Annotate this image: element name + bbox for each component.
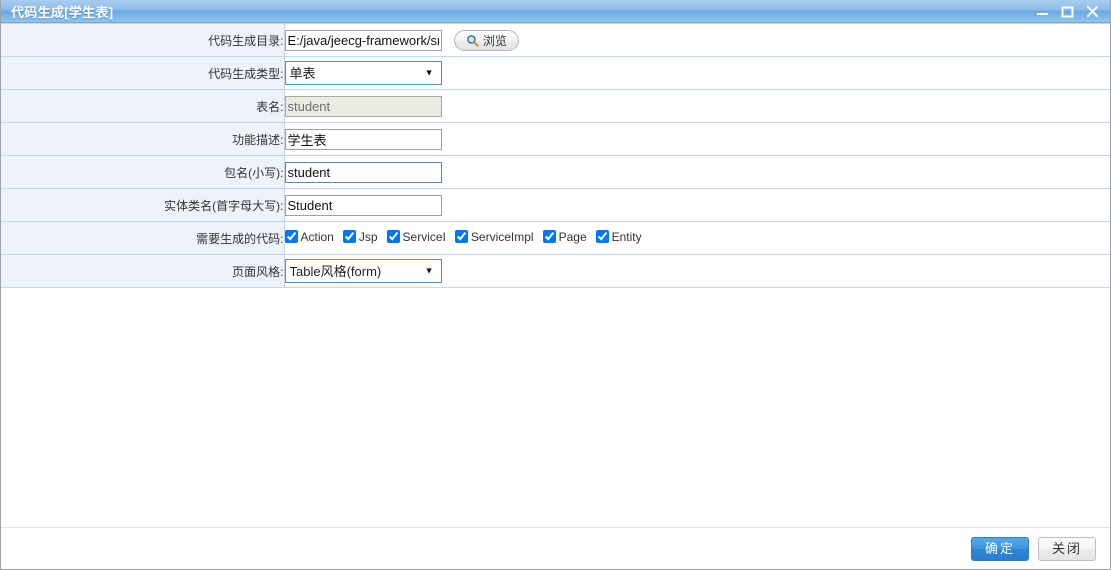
label-description: 功能描述: (1, 122, 285, 156)
artifact-jsp[interactable]: Jsp (342, 230, 378, 244)
gen-type-select[interactable]: 单表 (284, 61, 442, 85)
value-description (284, 122, 1110, 156)
output-dir-input[interactable] (284, 29, 442, 51)
code-generator-form: 代码生成目录: 浏览 (1, 23, 1110, 288)
artifact-servicei-checkbox[interactable] (386, 230, 400, 244)
form-row-gen-type: 代码生成类型: 单表 ▼ (1, 56, 1110, 90)
dialog-title: 代码生成[学生表] (11, 4, 114, 20)
artifact-entity-checkbox[interactable] (595, 230, 609, 244)
description-input[interactable] (284, 128, 442, 150)
value-gen-type: 单表 ▼ (284, 56, 1110, 90)
form-row-description: 功能描述: (1, 122, 1110, 156)
form-row-artifacts: 需要生成的代码: Action Jsp ServiceI ServiceImpl… (1, 221, 1110, 255)
artifact-jsp-label[interactable]: Jsp (359, 230, 378, 244)
browse-button[interactable]: 浏览 (453, 29, 519, 51)
artifact-jsp-checkbox[interactable] (342, 230, 356, 244)
form-row-entity-name: 实体类名(首字母大写): (1, 188, 1110, 222)
search-icon (466, 34, 479, 47)
label-page-style: 页面风格: (1, 254, 285, 288)
table-name-input (284, 95, 442, 117)
close-icon[interactable] (1085, 4, 1100, 19)
artifact-serviceimpl-label[interactable]: ServiceImpl (471, 230, 534, 244)
maximize-icon[interactable] (1060, 4, 1075, 19)
artifact-serviceimpl-checkbox[interactable] (454, 230, 468, 244)
artifact-action-checkbox[interactable] (284, 230, 298, 244)
page-style-select[interactable]: Table风格(form) (284, 259, 442, 283)
code-generator-dialog: 代码生成[学生表] 代码生成目录: E:/java/jeecg-framewor… (0, 0, 1111, 570)
label-table-name: 表名: (1, 89, 285, 123)
value-page-style: Table风格(form) ▼ (284, 254, 1110, 288)
artifact-page-label[interactable]: Page (559, 230, 587, 244)
value-entity-name (284, 188, 1110, 222)
form-area: 代码生成目录: 浏览 (1, 23, 1110, 527)
form-row-page-style: 页面风格: Table风格(form) ▼ (1, 254, 1110, 288)
value-package-name (284, 155, 1110, 189)
artifact-servicei[interactable]: ServiceI (386, 230, 446, 244)
artifact-checkbox-group: Action Jsp ServiceI ServiceImpl Page Ent… (284, 230, 651, 244)
browse-button-label: 浏览 (482, 33, 507, 48)
artifact-page-checkbox[interactable] (542, 230, 556, 244)
artifact-entity[interactable]: Entity (595, 230, 642, 244)
gen-type-select-wrap: 单表 ▼ (284, 61, 442, 85)
label-package-name: 包名(小写): (1, 155, 285, 189)
artifact-servicei-label[interactable]: ServiceI (403, 230, 446, 244)
artifact-action-label[interactable]: Action (301, 230, 334, 244)
window-controls (1035, 4, 1106, 19)
value-table-name (284, 89, 1110, 123)
value-artifacts: Action Jsp ServiceI ServiceImpl Page Ent… (284, 221, 1110, 255)
artifact-page[interactable]: Page (542, 230, 587, 244)
dialog-footer: 确定 关闭 (1, 527, 1110, 569)
minimize-icon[interactable] (1035, 4, 1050, 19)
form-row-output-dir: 代码生成目录: 浏览 (1, 23, 1110, 57)
page-style-select-wrap: Table风格(form) ▼ (284, 259, 442, 283)
dialog-titlebar: 代码生成[学生表] (1, 0, 1110, 23)
package-name-input[interactable] (284, 161, 442, 183)
artifact-serviceimpl[interactable]: ServiceImpl (454, 230, 534, 244)
close-button[interactable]: 关闭 (1037, 536, 1096, 561)
form-row-table-name: 表名: (1, 89, 1110, 123)
entity-name-input[interactable] (284, 194, 442, 216)
form-row-package-name: 包名(小写): (1, 155, 1110, 189)
artifact-action[interactable]: Action (284, 230, 334, 244)
value-output-dir: 浏览 (284, 23, 1110, 57)
label-artifacts: 需要生成的代码: (1, 221, 285, 255)
label-output-dir: 代码生成目录: (1, 23, 285, 57)
label-gen-type: 代码生成类型: (1, 56, 285, 90)
label-entity-name: 实体类名(首字母大写): (1, 188, 285, 222)
confirm-button[interactable]: 确定 (970, 536, 1029, 561)
artifact-entity-label[interactable]: Entity (612, 230, 642, 244)
